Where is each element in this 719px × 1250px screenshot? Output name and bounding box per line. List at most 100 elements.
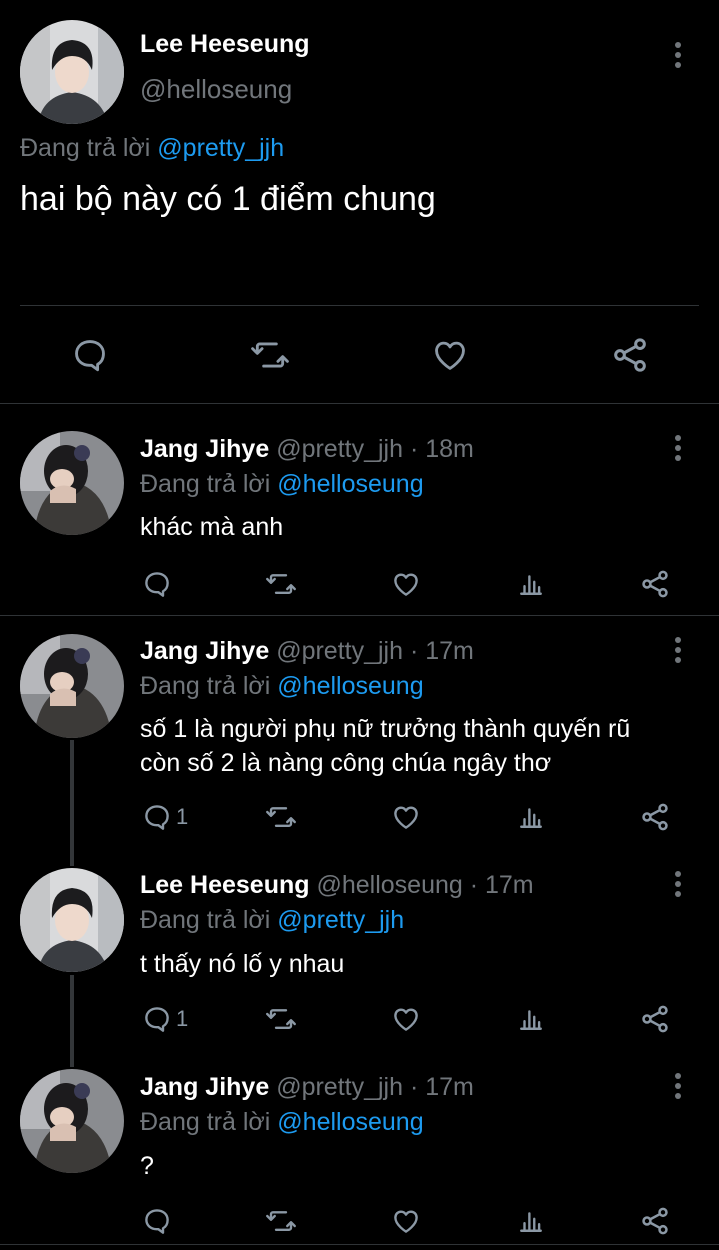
retweet-button[interactable] bbox=[249, 336, 291, 374]
more-options-icon[interactable] bbox=[666, 869, 690, 899]
tweet-text-line: khác mà anh bbox=[140, 513, 284, 541]
separator bbox=[20, 305, 699, 306]
like-button[interactable] bbox=[430, 336, 470, 374]
author-meta[interactable]: @pretty_jjh · 18m bbox=[276, 435, 474, 463]
more-options-icon[interactable] bbox=[666, 433, 690, 463]
like-button[interactable] bbox=[390, 569, 422, 599]
bar-chart-icon bbox=[520, 1010, 542, 1030]
speech-bubble-icon bbox=[145, 572, 169, 597]
avatar[interactable] bbox=[20, 868, 124, 972]
share-icon bbox=[642, 570, 668, 598]
tweet-text-line: ? bbox=[140, 1152, 154, 1180]
replying-to-line: Đang trả lời @helloseung bbox=[140, 470, 424, 499]
retweet-icon bbox=[266, 1211, 296, 1231]
retweet-button[interactable] bbox=[264, 1206, 298, 1236]
reply-tweet[interactable]: Jang Jihye @pretty_jjh · 18m Đang trả lờ… bbox=[0, 404, 719, 614]
mention-link[interactable]: @pretty_jjh bbox=[157, 134, 284, 162]
reply-button[interactable] bbox=[71, 336, 109, 374]
speech-bubble-icon bbox=[145, 805, 169, 830]
views-button[interactable] bbox=[518, 1207, 544, 1235]
views-button[interactable] bbox=[518, 1005, 544, 1033]
like-button[interactable] bbox=[390, 1206, 422, 1236]
reply-tweet[interactable]: Jang Jihye @pretty_jjh · 17m Đang trả lờ… bbox=[0, 1052, 719, 1250]
avatar[interactable] bbox=[20, 634, 124, 738]
replying-to-label: Đang trả lời bbox=[140, 470, 271, 498]
avatar[interactable] bbox=[20, 1069, 124, 1173]
share-icon bbox=[642, 1207, 668, 1235]
reply-button[interactable] bbox=[142, 569, 172, 599]
bar-chart-icon bbox=[520, 575, 542, 595]
tweet-header: Jang Jihye @pretty_jjh · 18m bbox=[140, 435, 474, 464]
share-button[interactable] bbox=[639, 1205, 671, 1237]
tweet-text: khác mà anh bbox=[140, 510, 283, 544]
reply-tweet[interactable]: Jang Jihye @pretty_jjh · 17m Đang trả lờ… bbox=[0, 616, 719, 852]
author-meta[interactable]: @pretty_jjh · 17m bbox=[276, 1073, 474, 1101]
author-name[interactable]: Lee Heeseung bbox=[140, 871, 310, 899]
replying-to-line: Đang trả lời @helloseung bbox=[140, 1108, 424, 1137]
author-name[interactable]: Jang Jihye bbox=[140, 637, 269, 665]
avatar[interactable] bbox=[20, 431, 124, 535]
bar-chart-icon bbox=[520, 1212, 542, 1232]
author-meta[interactable]: @pretty_jjh · 17m bbox=[276, 637, 474, 665]
avatar[interactable] bbox=[20, 20, 124, 124]
mention-link[interactable]: @helloseung bbox=[277, 470, 423, 498]
tweet-text-line: số 1 là người phụ nữ trưởng thành quyến … bbox=[140, 715, 631, 743]
tweet-header: Lee Heeseung @helloseung · 17m bbox=[140, 871, 534, 900]
share-button[interactable] bbox=[639, 568, 671, 600]
reply-tweet[interactable]: Lee Heeseung @helloseung · 17m Đang trả … bbox=[0, 852, 719, 1052]
mention-link[interactable]: @pretty_jjh bbox=[277, 906, 404, 934]
speech-bubble-icon bbox=[145, 1209, 169, 1234]
replying-to-label: Đang trả lời bbox=[140, 1108, 271, 1136]
divider bbox=[0, 1244, 719, 1245]
views-button[interactable] bbox=[518, 570, 544, 598]
reply-count: 1 bbox=[176, 1006, 189, 1031]
heart-icon bbox=[394, 806, 418, 829]
retweet-icon bbox=[251, 342, 289, 368]
views-button[interactable] bbox=[518, 803, 544, 831]
retweet-icon bbox=[266, 574, 296, 594]
replying-to-line: Đang trả lời @helloseung bbox=[140, 672, 424, 701]
reply-button[interactable]: 1 bbox=[142, 1004, 188, 1034]
main-tweet: Lee Heeseung @helloseung Đang trả lời @p… bbox=[0, 0, 719, 403]
retweet-icon bbox=[266, 1009, 296, 1029]
like-button[interactable] bbox=[390, 802, 422, 832]
speech-bubble-icon bbox=[145, 1007, 169, 1032]
author-name[interactable]: Jang Jihye bbox=[140, 435, 269, 463]
replying-to-line: Đang trả lời @pretty_jjh bbox=[20, 134, 284, 163]
tweet-header: Jang Jihye @pretty_jjh · 17m bbox=[140, 637, 474, 666]
mention-link[interactable]: @helloseung bbox=[277, 672, 423, 700]
mention-link[interactable]: @helloseung bbox=[277, 1108, 423, 1136]
more-options-icon[interactable] bbox=[666, 635, 690, 665]
author-name[interactable]: Lee Heeseung bbox=[140, 30, 310, 59]
replying-to-line: Đang trả lời @pretty_jjh bbox=[140, 906, 404, 935]
tweet-text: ? bbox=[140, 1149, 154, 1183]
retweet-button[interactable] bbox=[264, 569, 298, 599]
author-meta[interactable]: @helloseung · 17m bbox=[316, 871, 533, 899]
tweet-text: hai bộ này có 1 điểm chung bbox=[20, 180, 436, 218]
author-name[interactable]: Jang Jihye bbox=[140, 1073, 269, 1101]
tweet-text: số 1 là người phụ nữ trưởng thành quyến … bbox=[140, 712, 630, 780]
like-button[interactable] bbox=[390, 1004, 422, 1034]
share-icon bbox=[614, 338, 646, 372]
retweet-button[interactable] bbox=[264, 1004, 298, 1034]
reply-button[interactable] bbox=[142, 1206, 172, 1236]
author-handle[interactable]: @helloseung bbox=[140, 74, 292, 105]
replying-to-label: Đang trả lời bbox=[140, 672, 271, 700]
more-options-icon[interactable] bbox=[666, 40, 690, 70]
share-button[interactable] bbox=[639, 801, 671, 833]
heart-icon bbox=[435, 341, 465, 370]
reply-button[interactable]: 1 bbox=[142, 802, 188, 832]
share-button[interactable] bbox=[610, 335, 650, 375]
bar-chart-icon bbox=[520, 808, 542, 828]
retweet-button[interactable] bbox=[264, 802, 298, 832]
more-options-icon[interactable] bbox=[666, 1071, 690, 1101]
heart-icon bbox=[394, 573, 418, 596]
share-icon bbox=[642, 803, 668, 831]
tweet-text-line: còn số 2 là nàng công chúa ngây thơ bbox=[140, 749, 552, 777]
retweet-icon bbox=[266, 807, 296, 827]
tweet-text: t thấy nó lố y nhau bbox=[140, 947, 344, 981]
tweet-header: Jang Jihye @pretty_jjh · 17m bbox=[140, 1073, 474, 1102]
heart-icon bbox=[394, 1210, 418, 1233]
share-button[interactable] bbox=[639, 1003, 671, 1035]
share-icon bbox=[642, 1005, 668, 1033]
